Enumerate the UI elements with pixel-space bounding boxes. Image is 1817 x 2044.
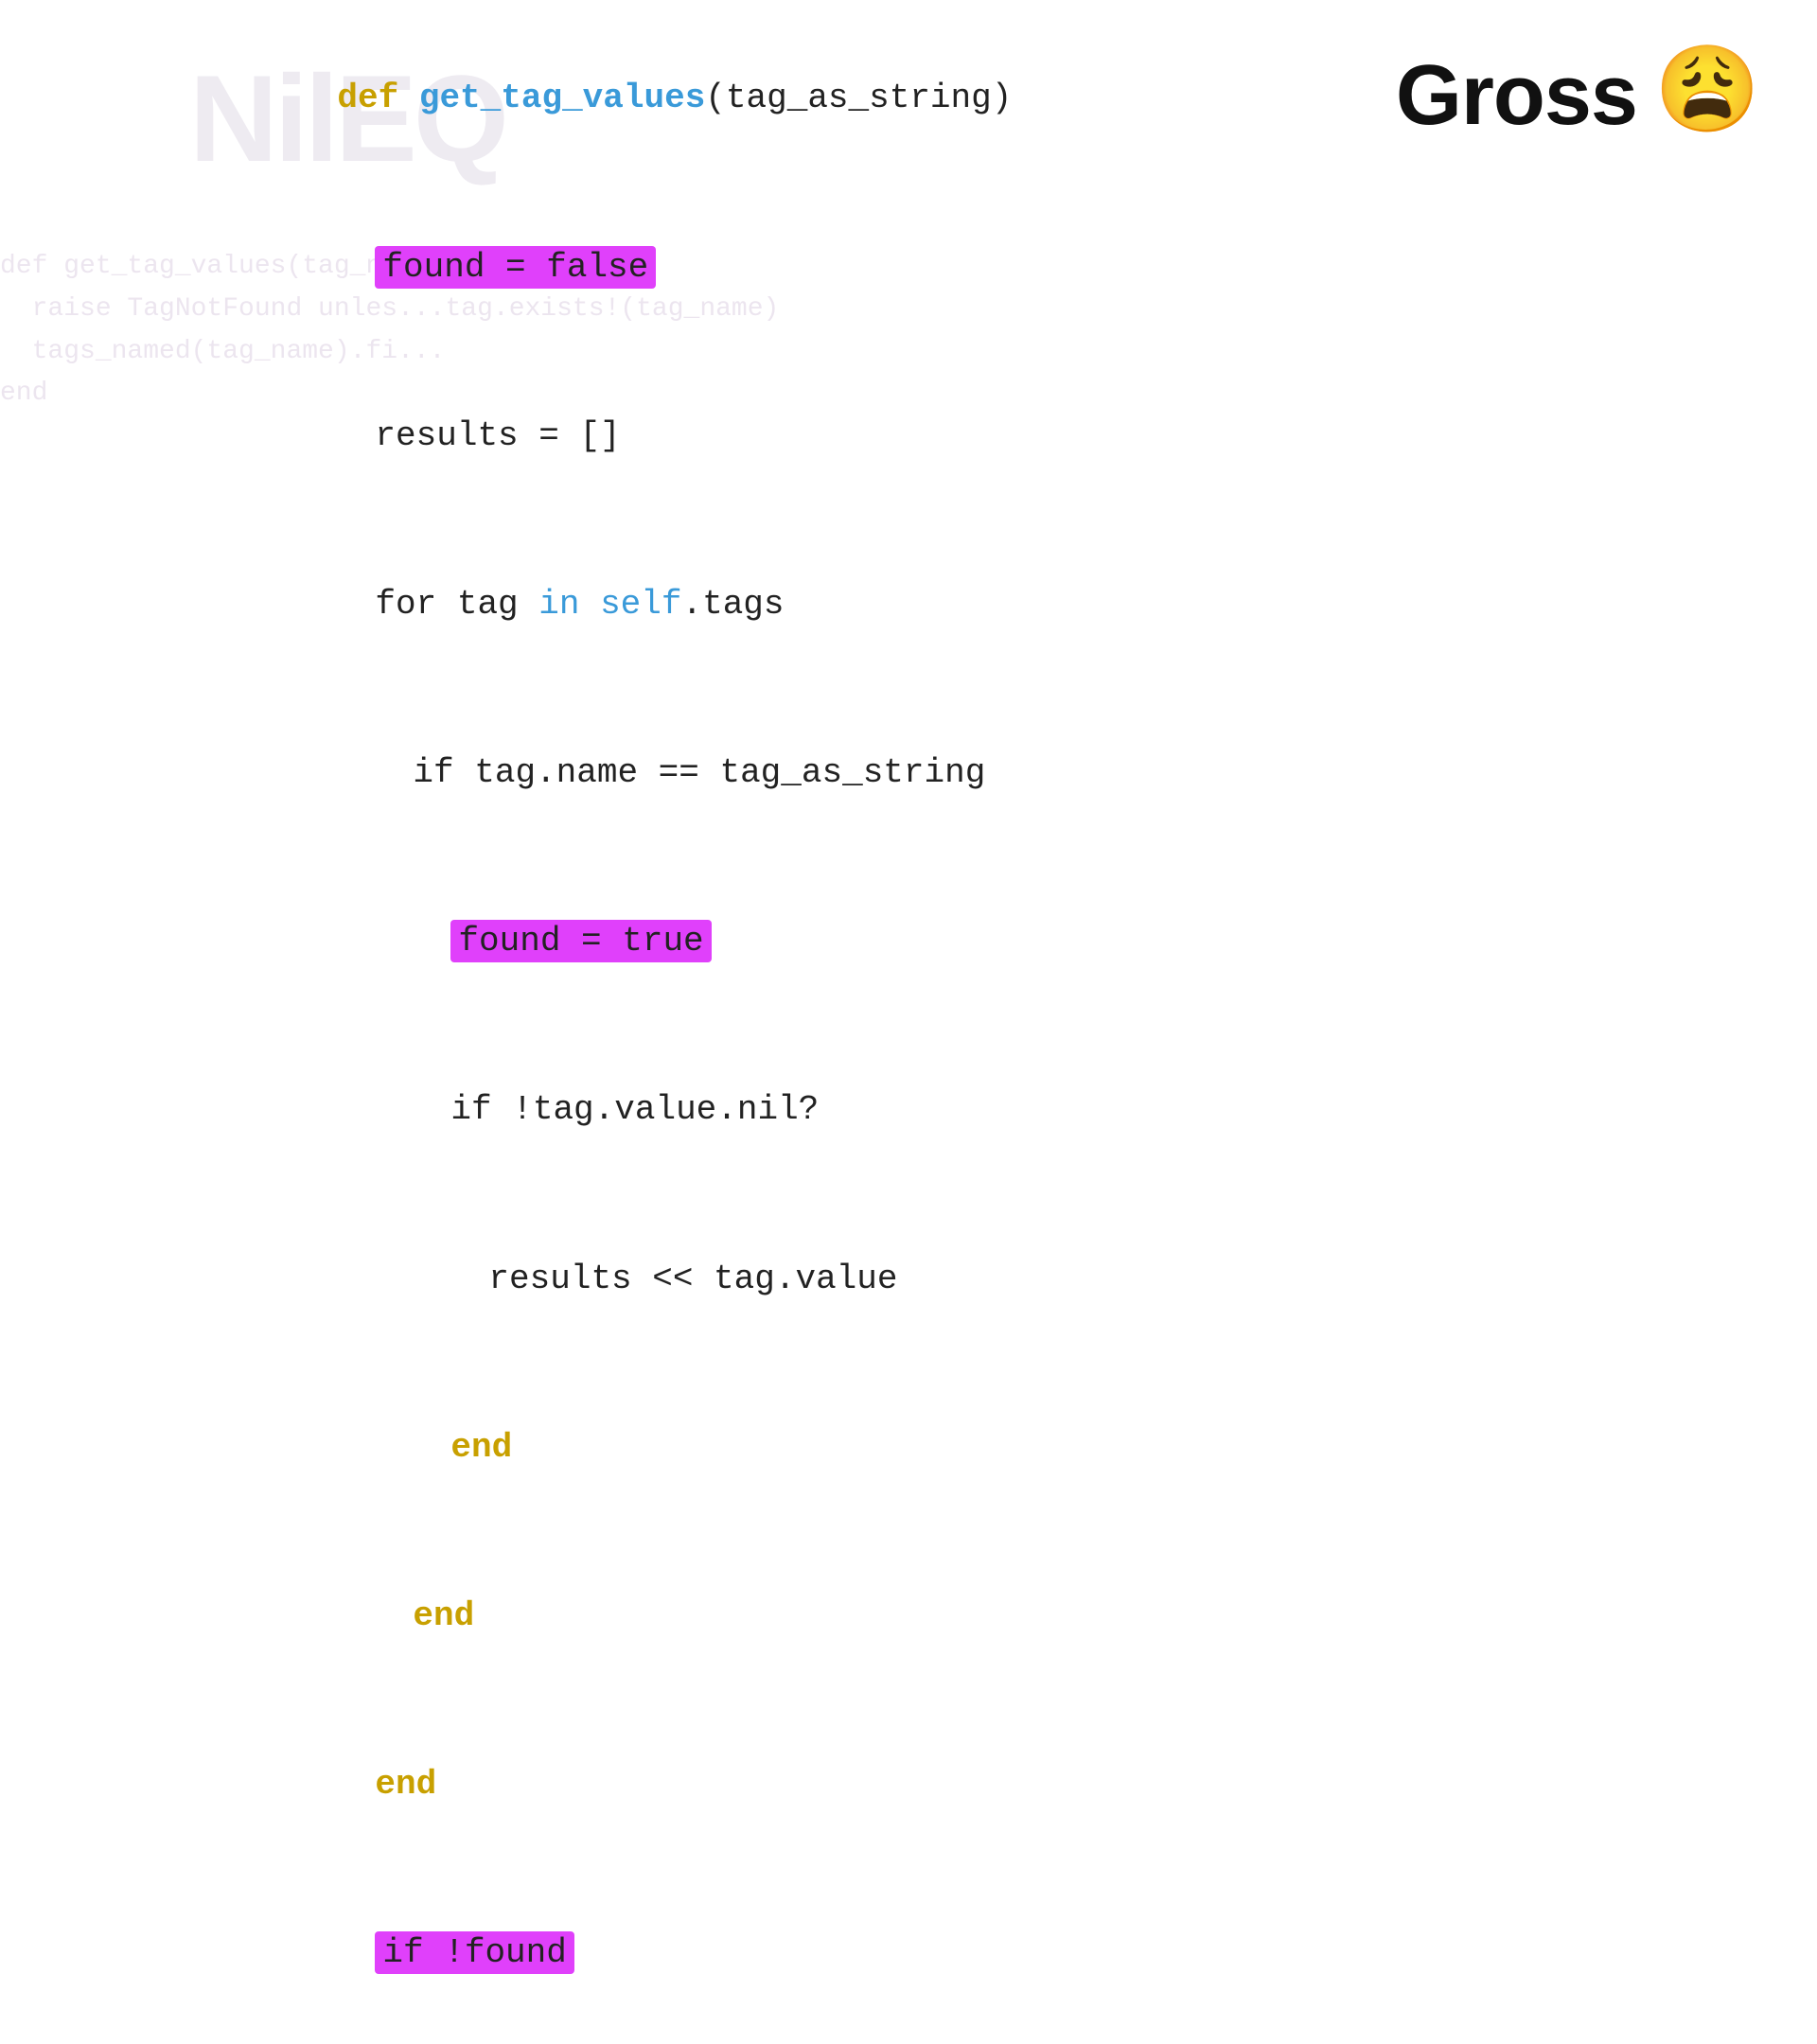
code-line-1: def get_tag_values(tag_as_string) [256, 14, 1012, 183]
code-line-11: end [256, 1700, 1012, 1869]
code-line-9: end [256, 1363, 1012, 1531]
code-block: def get_tag_values(tag_as_string) found … [256, 14, 1012, 2044]
code-line-12: if !found [256, 1869, 1012, 2037]
fn-params: (tag_as_string) [705, 79, 1012, 117]
code-line-10: end [256, 1532, 1012, 1700]
kw-def: def [337, 79, 418, 117]
code-line-3: results = [] [256, 351, 1012, 520]
code-line-13: raise TagNotFound [256, 2037, 1012, 2044]
found-true-highlight: found = true [450, 920, 711, 962]
code-line-6: found = true [256, 857, 1012, 1026]
fn-name: get_tag_values [419, 79, 705, 117]
gross-text: Gross [1396, 47, 1637, 145]
code-line-8: results << tag.value [256, 1194, 1012, 1363]
if-found-highlight: if !found [375, 1931, 573, 1974]
code-line-7: if !tag.value.nil? [256, 1026, 1012, 1194]
code-line-5: if tag.name == tag_as_string [256, 689, 1012, 857]
code-line-2: found = false [256, 183, 1012, 351]
code-line-4: for tag in self.tags [256, 520, 1012, 689]
gross-label: Gross 😩 [1396, 47, 1760, 145]
found-false-highlight: found = false [375, 246, 656, 289]
gross-emoji: 😩 [1654, 54, 1760, 139]
